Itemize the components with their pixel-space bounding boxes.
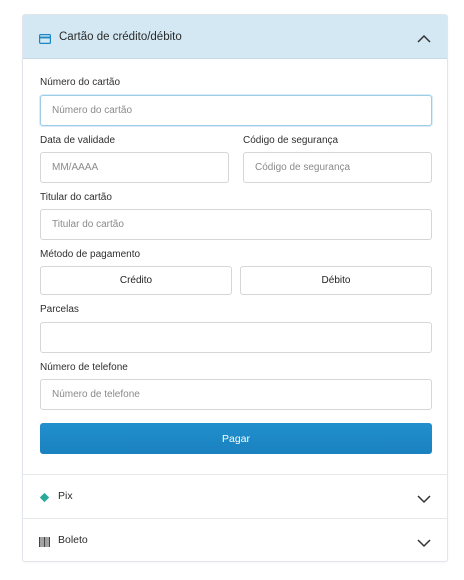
pix-icon xyxy=(39,490,50,508)
pix-row[interactable]: Pix xyxy=(23,475,447,518)
payment-panel: Cartão de crédito/débito Número do cartã… xyxy=(22,14,448,562)
credit-option-button[interactable]: Crédito xyxy=(40,266,232,295)
expiry-input[interactable] xyxy=(40,152,229,183)
credit-card-icon xyxy=(39,31,52,49)
security-code-input[interactable] xyxy=(243,152,432,183)
barcode-icon xyxy=(39,534,50,552)
holder-input[interactable] xyxy=(40,209,432,240)
installments-label: Parcelas xyxy=(40,304,79,315)
pix-label: Pix xyxy=(58,490,73,502)
installments-select[interactable] xyxy=(40,322,432,353)
boleto-label: Boleto xyxy=(58,534,88,546)
card-number-input[interactable] xyxy=(40,95,432,126)
expiry-label: Data de validade xyxy=(40,135,116,146)
pay-button[interactable]: Pagar xyxy=(40,423,432,454)
card-number-label: Número do cartão xyxy=(40,77,121,88)
chevron-down-icon[interactable] xyxy=(417,535,431,553)
card-section-header[interactable]: Cartão de crédito/débito xyxy=(23,15,447,59)
card-section-title: Cartão de crédito/débito xyxy=(59,31,182,43)
boleto-row[interactable]: Boleto xyxy=(23,519,447,562)
debit-option-button[interactable]: Débito xyxy=(240,266,432,295)
payment-method-label: Método de pagamento xyxy=(40,249,141,260)
chevron-down-icon[interactable] xyxy=(417,491,431,509)
chevron-up-icon[interactable] xyxy=(417,30,431,48)
phone-label: Número de telefone xyxy=(40,362,128,373)
security-code-label: Código de segurança xyxy=(243,135,339,146)
phone-input[interactable] xyxy=(40,379,432,410)
holder-label: Titular do cartão xyxy=(40,192,112,203)
